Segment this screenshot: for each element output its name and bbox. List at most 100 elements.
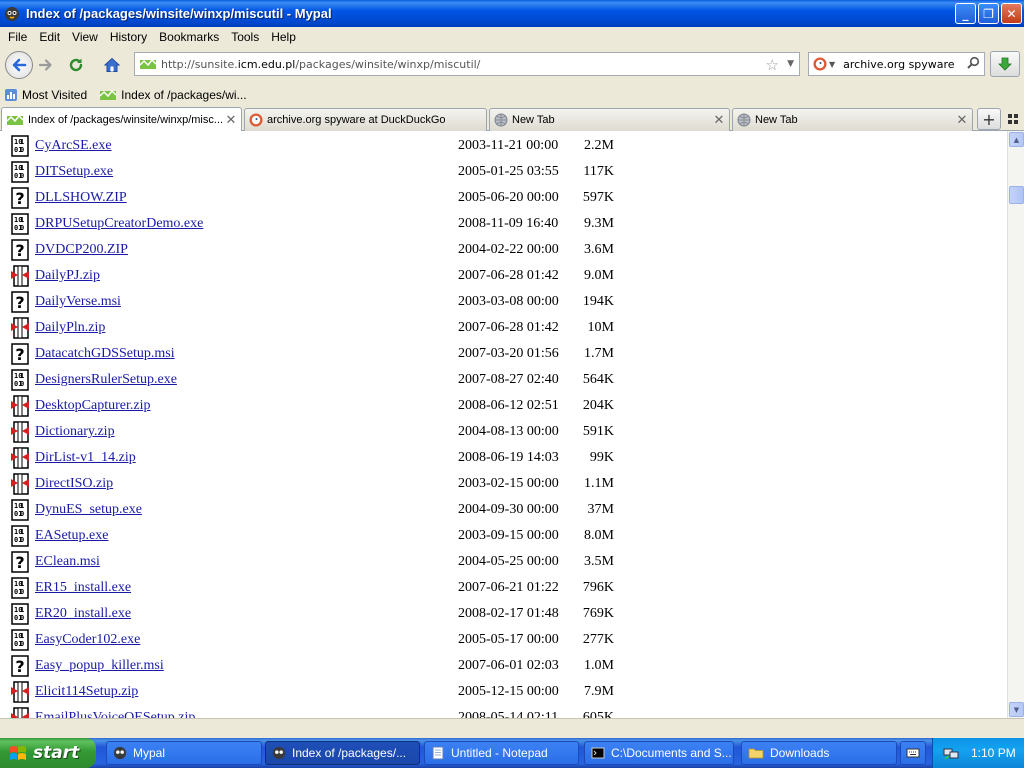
file-size: 8.0M bbox=[584, 528, 614, 543]
globe-icon bbox=[494, 113, 508, 127]
file-link[interactable]: Easy_popup_killer.msi bbox=[35, 658, 164, 674]
tab-close-icon[interactable]: ✕ bbox=[224, 112, 238, 128]
unknown-file-icon[interactable]: ? bbox=[10, 291, 30, 313]
compressed-file-icon[interactable] bbox=[10, 395, 30, 417]
file-link[interactable]: EASetup.exe bbox=[35, 528, 108, 544]
scroll-up-arrow-icon[interactable]: ▲ bbox=[1009, 132, 1024, 147]
network-icon[interactable] bbox=[943, 745, 959, 761]
bookmark-index-page[interactable]: Index of /packages/wi... bbox=[99, 88, 247, 102]
binary-file-icon[interactable]: 10 1 01 0 bbox=[10, 369, 30, 391]
menu-history[interactable]: History bbox=[104, 30, 153, 44]
file-link[interactable]: DVDCP200.ZIP bbox=[35, 242, 128, 258]
search-input[interactable] bbox=[843, 57, 962, 71]
binary-file-icon[interactable]: 10 1 01 0 bbox=[10, 161, 30, 183]
home-button[interactable] bbox=[99, 52, 125, 78]
taskbar-item-index-page[interactable]: Index of /packages/... bbox=[265, 741, 420, 765]
start-button[interactable]: start bbox=[0, 738, 96, 768]
binary-file-icon[interactable]: 10 1 01 0 bbox=[10, 603, 30, 625]
tab-duckduckgo[interactable]: archive.org spyware at DuckDuckGo bbox=[244, 108, 487, 131]
unknown-file-icon[interactable]: ? bbox=[10, 551, 30, 573]
bookmark-star-icon[interactable]: ☆ bbox=[766, 56, 779, 74]
binary-file-icon[interactable]: 10 1 01 0 bbox=[10, 577, 30, 599]
maximize-button[interactable]: ❐ bbox=[978, 3, 999, 24]
tab-index-page[interactable]: Index of /packages/winsite/winxp/misc...… bbox=[1, 107, 242, 132]
binary-file-icon[interactable]: 10 1 01 0 bbox=[10, 629, 30, 651]
forward-button[interactable] bbox=[33, 52, 59, 78]
vertical-scrollbar[interactable]: ▲ ▼ bbox=[1007, 131, 1024, 718]
menu-edit[interactable]: Edit bbox=[33, 30, 66, 44]
compressed-file-icon[interactable] bbox=[10, 681, 30, 703]
file-link[interactable]: EClean.msi bbox=[35, 554, 100, 570]
svg-text:0: 0 bbox=[20, 536, 24, 544]
menu-file[interactable]: File bbox=[2, 30, 33, 44]
new-tab-button[interactable]: + bbox=[977, 108, 1001, 130]
unknown-file-icon[interactable]: ? bbox=[10, 343, 30, 365]
bookmark-most-visited[interactable]: Most Visited bbox=[4, 88, 87, 102]
file-link[interactable]: DirList-v1_14.zip bbox=[35, 450, 136, 466]
unknown-file-icon[interactable]: ? bbox=[10, 187, 30, 209]
url-bar[interactable]: http://sunsite.icm.edu.pl/packages/winsi… bbox=[134, 52, 800, 76]
menu-help[interactable]: Help bbox=[265, 30, 302, 44]
file-link[interactable]: DITSetup.exe bbox=[35, 164, 113, 180]
file-link[interactable]: ER20_install.exe bbox=[35, 606, 131, 622]
unknown-file-icon[interactable]: ? bbox=[10, 239, 30, 261]
file-link[interactable]: CyArcSE.exe bbox=[35, 138, 112, 154]
keyboard-language-button[interactable] bbox=[900, 741, 926, 765]
url-text[interactable]: http://sunsite.icm.edu.pl/packages/winsi… bbox=[161, 58, 480, 71]
file-link[interactable]: Dictionary.zip bbox=[35, 424, 115, 440]
tab-close-icon[interactable]: ✕ bbox=[712, 112, 726, 128]
compressed-file-icon[interactable] bbox=[10, 473, 30, 495]
file-link[interactable]: DesktopCapturer.zip bbox=[35, 398, 150, 414]
file-link[interactable]: EmailPlusVoiceOESetup.zip bbox=[35, 710, 195, 718]
tab-close-icon[interactable]: ✕ bbox=[955, 112, 969, 128]
file-link[interactable]: DirectISO.zip bbox=[35, 476, 113, 492]
binary-file-icon[interactable]: 10 1 01 0 bbox=[10, 525, 30, 547]
tab-new-tab-1[interactable]: New Tab ✕ bbox=[489, 108, 730, 131]
file-link[interactable]: DLLSHOW.ZIP bbox=[35, 190, 127, 206]
scroll-down-arrow-icon[interactable]: ▼ bbox=[1009, 702, 1024, 717]
url-dropdown-icon[interactable]: ▼ bbox=[787, 59, 794, 69]
list-all-tabs-button[interactable] bbox=[1004, 110, 1022, 128]
file-link[interactable]: Elicit114Setup.zip bbox=[35, 684, 138, 700]
file-link[interactable]: EasyCoder102.exe bbox=[35, 632, 140, 648]
file-link[interactable]: DatacatchGDSSetup.msi bbox=[35, 346, 175, 362]
back-button[interactable] bbox=[5, 51, 33, 79]
reload-button[interactable] bbox=[63, 52, 89, 78]
file-link[interactable]: ER15_install.exe bbox=[35, 580, 131, 596]
taskbar-item-command-prompt[interactable]: C:\Documents and S... bbox=[584, 741, 734, 765]
file-link[interactable]: DailyVerse.msi bbox=[35, 294, 121, 310]
svg-text:?: ? bbox=[15, 345, 24, 364]
search-icon[interactable] bbox=[966, 56, 980, 73]
search-bar[interactable]: ▼ bbox=[808, 52, 985, 76]
scroll-thumb[interactable] bbox=[1009, 186, 1024, 204]
search-engine-selector[interactable]: ▼ bbox=[813, 57, 835, 71]
tab-label: Index of /packages/winsite/winxp/misc... bbox=[28, 114, 224, 126]
binary-file-icon[interactable]: 10 1 01 0 bbox=[10, 213, 30, 235]
file-link[interactable]: DailyPln.zip bbox=[35, 320, 105, 336]
tab-new-tab-2[interactable]: New Tab ✕ bbox=[732, 108, 973, 131]
compressed-file-icon[interactable] bbox=[10, 317, 30, 339]
downloads-button[interactable] bbox=[990, 51, 1020, 77]
minimize-button[interactable]: _ bbox=[955, 3, 976, 24]
menu-tools[interactable]: Tools bbox=[225, 30, 265, 44]
file-link[interactable]: DRPUSetupCreatorDemo.exe bbox=[35, 216, 203, 232]
compressed-file-icon[interactable] bbox=[10, 421, 30, 443]
taskbar-item-mypal[interactable]: Mypal bbox=[106, 741, 262, 765]
close-button[interactable]: ✕ bbox=[1001, 3, 1022, 24]
menu-bookmarks[interactable]: Bookmarks bbox=[153, 30, 225, 44]
binary-file-icon[interactable]: 10 1 01 0 bbox=[10, 499, 30, 521]
compressed-file-icon[interactable] bbox=[10, 265, 30, 287]
binary-file-icon[interactable]: 10 1 01 0 bbox=[10, 135, 30, 157]
file-link[interactable]: DailyPJ.zip bbox=[35, 268, 100, 284]
taskbar-item-downloads[interactable]: Downloads bbox=[741, 741, 897, 765]
duckduckgo-icon bbox=[249, 113, 263, 127]
home-icon bbox=[103, 57, 121, 72]
unknown-file-icon[interactable]: ? bbox=[10, 655, 30, 677]
keyboard-icon bbox=[906, 747, 920, 759]
file-link[interactable]: DynuES_setup.exe bbox=[35, 502, 142, 518]
compressed-file-icon[interactable] bbox=[10, 447, 30, 469]
taskbar-item-notepad[interactable]: Untitled - Notepad bbox=[424, 741, 579, 765]
file-link[interactable]: DesignersRulerSetup.exe bbox=[35, 372, 177, 388]
compressed-file-icon[interactable] bbox=[10, 707, 30, 718]
menu-view[interactable]: View bbox=[66, 30, 104, 44]
